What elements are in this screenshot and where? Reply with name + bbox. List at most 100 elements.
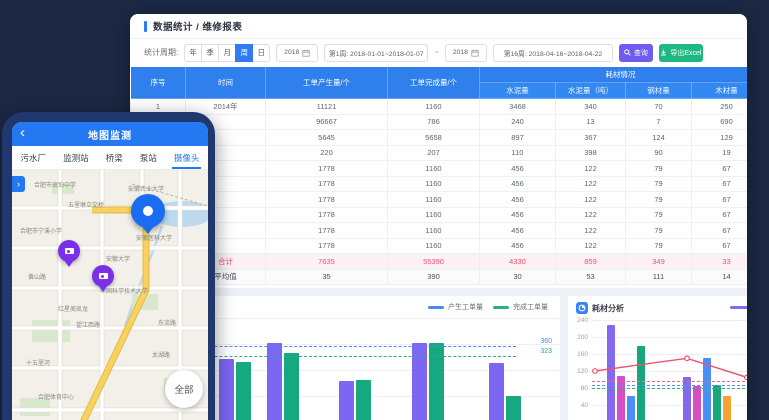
table-cell: 220 <box>266 145 388 161</box>
bar-产生工单量 <box>267 343 282 420</box>
table-cell: 250 <box>692 99 748 115</box>
table-cell: 390 <box>388 269 480 285</box>
table-cell: 122 <box>556 161 626 177</box>
legend-swatch <box>493 306 509 309</box>
table-cell: 122 <box>556 207 626 223</box>
query-label: 查询 <box>634 48 648 58</box>
breadcrumb-bar: 数据统计 / 维修报表 <box>130 14 747 38</box>
map-expand-button[interactable]: › <box>12 176 25 192</box>
camera-pin[interactable] <box>58 240 80 262</box>
table-cell: 14 <box>692 269 748 285</box>
period-option-季[interactable]: 季 <box>201 44 219 62</box>
start-week-select[interactable]: 第1周: 2018-01-01~2018-01-07 <box>324 44 428 62</box>
table-cell: 456 <box>480 161 556 177</box>
bar-完成工单量 <box>236 362 251 420</box>
table-cell: 67 <box>692 176 748 192</box>
table-cell: 129 <box>692 130 748 146</box>
table-row: 296667786240137690 <box>131 114 748 130</box>
bar-产生工单量 <box>412 343 427 420</box>
table-row: 12014年111211160346834070250 <box>131 99 748 115</box>
bar-完成工单量 <box>356 380 371 420</box>
table-cell: 3468 <box>480 99 556 115</box>
table-cell: 456 <box>480 176 556 192</box>
map-label: 合肥市宁溪小学 <box>20 226 62 235</box>
table-cell: 7635 <box>266 254 388 270</box>
tab-摄像头[interactable]: 摄像头 <box>174 146 200 169</box>
column-header: 工单产生量/个 <box>266 67 388 99</box>
table-row: 9177811604561227967 <box>131 223 748 239</box>
total-row: 合计763555390433085934933 <box>131 254 748 270</box>
table-cell: 859 <box>556 254 626 270</box>
map-label: 望江西路 <box>76 320 100 329</box>
end-year-select[interactable]: 2018 <box>445 44 487 62</box>
table-cell: 90 <box>626 145 692 161</box>
table-cell: 1160 <box>388 223 480 239</box>
map-label: 黄山路 <box>28 272 46 281</box>
map-all-button[interactable]: 全部 <box>165 370 203 408</box>
tab-泵站[interactable]: 泵站 <box>140 146 157 169</box>
end-week-value: 第16周: 2018-04-16~2018-04-22 <box>504 48 602 58</box>
location-pin-dot <box>143 206 153 216</box>
table-cell: 79 <box>626 176 692 192</box>
map-label: 安徽大学 <box>106 254 130 263</box>
table-cell: 7 <box>626 114 692 130</box>
bar-完成工单量 <box>429 343 444 420</box>
table-cell: 122 <box>556 223 626 239</box>
query-button[interactable]: 查询 <box>619 44 653 62</box>
table-cell: 11121 <box>266 99 388 115</box>
table-row: 8177811604561227967 <box>131 207 748 223</box>
table-cell: 1160 <box>388 192 480 208</box>
report-table: 序号时间工单产生量/个工单完成量/个耗材情况水泥量水泥量（吨）钢材量木材量120… <box>130 66 747 285</box>
end-week-select[interactable]: 第16周: 2018-04-16~2018-04-22 <box>493 44 613 62</box>
table-cell: 67 <box>692 207 748 223</box>
location-pin[interactable] <box>131 194 165 228</box>
column-header: 时间 <box>186 67 266 99</box>
table-cell: 67 <box>692 192 748 208</box>
phone-mockup: ‹ 地图监测 污水厂监测站桥梁泵站摄像头 <box>2 112 215 420</box>
table-cell: 79 <box>626 223 692 239</box>
export-excel-button[interactable]: 导出Excel <box>659 44 703 62</box>
period-option-周[interactable]: 周 <box>235 44 253 62</box>
table-cell: 122 <box>556 176 626 192</box>
materials-chart-plot: 2402001601208040 <box>568 296 747 420</box>
report-table-card: 序号时间工单产生量/个工单完成量/个耗材情况水泥量水泥量（吨）钢材量木材量120… <box>130 66 747 288</box>
map-label: 东流路 <box>158 318 176 327</box>
table-cell: 1778 <box>266 192 388 208</box>
camera-icon <box>99 273 108 279</box>
period-option-日[interactable]: 日 <box>252 44 270 62</box>
table-cell: 1160 <box>388 176 480 192</box>
table-cell: 19 <box>692 145 748 161</box>
table-cell: 96667 <box>266 114 388 130</box>
table-row: 7177811604561227967 <box>131 192 748 208</box>
table-cell: 1778 <box>266 207 388 223</box>
table-cell: 33 <box>692 254 748 270</box>
tab-监测站[interactable]: 监测站 <box>63 146 89 169</box>
table-cell: 240 <box>480 114 556 130</box>
table-cell: 30 <box>480 269 556 285</box>
start-year-select[interactable]: 2018 <box>276 44 318 62</box>
table-cell: 1160 <box>388 207 480 223</box>
camera-icon <box>65 248 74 254</box>
camera-pin[interactable] <box>92 265 114 287</box>
table-cell: 79 <box>626 192 692 208</box>
legend-label: 完成工单量 <box>513 302 548 312</box>
back-icon[interactable]: ‹ <box>20 124 25 141</box>
table-row: 5177811604561227967 <box>131 161 748 177</box>
bar-完成工单量 <box>506 396 521 420</box>
table-cell: 5658 <box>388 130 480 146</box>
tab-污水厂[interactable]: 污水厂 <box>21 146 47 169</box>
trend-line <box>568 296 747 420</box>
tab-桥梁[interactable]: 桥梁 <box>106 146 123 169</box>
group-header: 耗材情况 <box>480 67 748 83</box>
period-option-月[interactable]: 月 <box>218 44 236 62</box>
table-cell: 1778 <box>266 238 388 254</box>
bar-产生工单量 <box>339 381 354 420</box>
period-option-年[interactable]: 年 <box>184 44 202 62</box>
period-segmented-control: 年季月周日 <box>184 44 270 62</box>
table-cell: 70 <box>626 99 692 115</box>
search-icon <box>624 49 631 56</box>
table-cell: 1778 <box>266 161 388 177</box>
map-view[interactable]: › 合肥市琥珀中学安徽农业大学五里墩立交桥安徽医科大学合肥市宁溪小学安徽大学黄山… <box>12 170 208 420</box>
breadcrumb-accent <box>144 21 147 32</box>
table-cell: 5645 <box>266 130 388 146</box>
